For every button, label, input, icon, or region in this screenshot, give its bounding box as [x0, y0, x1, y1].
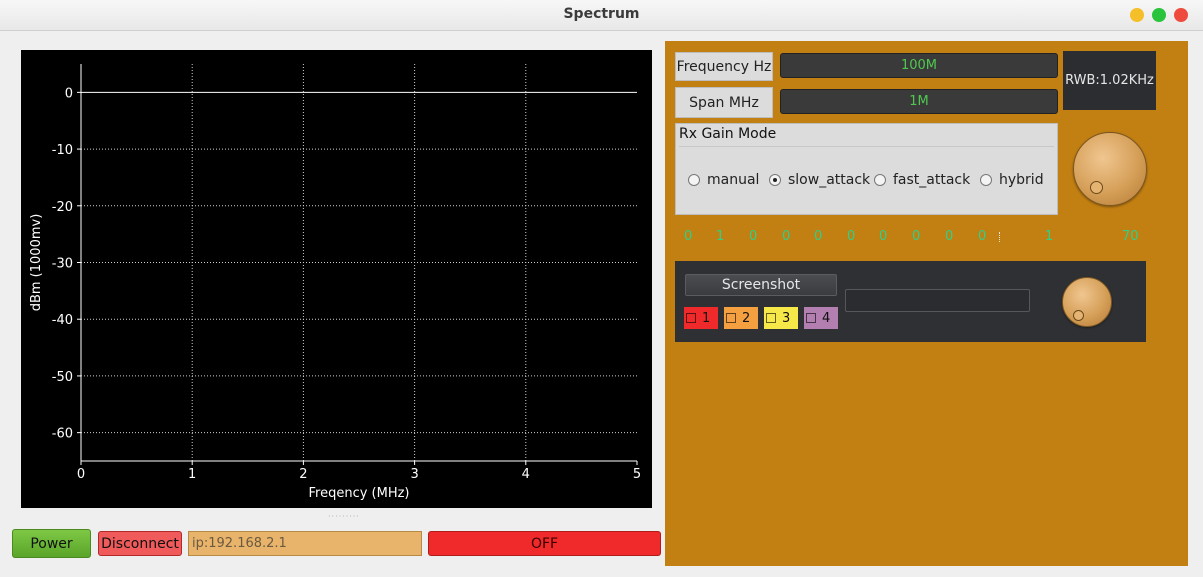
- channel-3-label: 3: [782, 310, 791, 326]
- radio-fast-attack-indicator: [874, 174, 886, 186]
- x-tick-label: 3: [410, 467, 418, 482]
- radio-slow-attack-indicator: [769, 174, 781, 186]
- y-tick-label: -60: [52, 427, 73, 442]
- radio-hybrid[interactable]: hybrid: [980, 172, 1044, 188]
- span-field[interactable]: 1M: [780, 89, 1058, 114]
- gain-digit-display: 0 1 0 0 0 0 0 0 0 0 1 70: [665, 229, 1188, 245]
- power-button[interactable]: Power: [12, 529, 91, 558]
- gain-mode-title: Rx Gain Mode: [679, 126, 777, 142]
- channel-2-checkbox: [726, 313, 736, 323]
- gain-knob[interactable]: [1073, 132, 1147, 206]
- radio-fast-attack-label: fast_attack: [893, 172, 971, 188]
- radio-manual-indicator: [688, 174, 700, 186]
- channel-4-label: 4: [822, 310, 831, 326]
- x-tick-label: 0: [77, 467, 85, 482]
- gain-digit: 0: [782, 229, 791, 244]
- y-axis-title: dBm (1000mv): [29, 214, 44, 312]
- gain-digit: 0: [814, 229, 823, 244]
- splitter-handle[interactable]: ·········: [328, 512, 360, 521]
- channel-1-label: 1: [702, 310, 711, 326]
- gain-digit: 1: [716, 229, 725, 244]
- title-bar: Spectrum: [0, 0, 1203, 31]
- radio-manual[interactable]: manual: [688, 172, 759, 188]
- y-tick-label: -20: [52, 200, 73, 215]
- maximize-button[interactable]: [1152, 8, 1166, 22]
- gain-digit: 0: [978, 229, 987, 244]
- y-tick-label: -30: [52, 257, 73, 272]
- rwb-readout: RWB:1.02KHz: [1063, 51, 1156, 110]
- radio-hybrid-label: hybrid: [999, 172, 1044, 188]
- channel-4-toggle[interactable]: 4: [804, 307, 838, 329]
- rx-gain-mode-group: Rx Gain Mode manual slow_attack fast_att…: [675, 123, 1058, 215]
- x-axis-title: Freqency (MHz): [308, 486, 409, 501]
- gain-value: 1: [1045, 229, 1054, 244]
- gain-digit: 0: [879, 229, 888, 244]
- spectrum-chart-svg: 0 1 2 3 4 5 0 -10 -20 -30 -40 -50 -60 Freqency (MHz) d…: [29, 64, 641, 501]
- status-indicator: OFF: [428, 531, 661, 556]
- channel-2-toggle[interactable]: 2: [724, 307, 758, 329]
- radio-hybrid-indicator: [980, 174, 992, 186]
- span-label: Span MHz: [675, 87, 773, 118]
- gain-digit: 0: [749, 229, 758, 244]
- channel-1-checkbox: [686, 313, 696, 323]
- channel-3-checkbox: [766, 313, 776, 323]
- minimize-button[interactable]: [1130, 8, 1144, 22]
- channel-1-toggle[interactable]: 1: [684, 307, 718, 329]
- capture-panel: Screenshot 1 2 3 4: [675, 261, 1146, 342]
- y-tick-label: 0: [65, 86, 73, 101]
- x-tick-label: 5: [633, 467, 641, 482]
- y-tick-label: -50: [52, 370, 73, 385]
- channel-3-toggle[interactable]: 3: [764, 307, 798, 329]
- x-tick-label: 4: [522, 467, 530, 482]
- frequency-label: Frequency Hz: [675, 52, 773, 81]
- radio-fast-attack[interactable]: fast_attack: [874, 172, 970, 188]
- gain-mode-options: manual slow_attack fast_attack hybrid: [679, 146, 1054, 213]
- x-tick-label: 1: [188, 467, 196, 482]
- channel-4-checkbox: [806, 313, 816, 323]
- disconnect-button[interactable]: Disconnect: [98, 531, 182, 556]
- channel-2-label: 2: [742, 310, 751, 326]
- frequency-field[interactable]: 100M: [780, 53, 1058, 78]
- gain-separator: [999, 232, 1001, 242]
- gain-knob-indicator: [1090, 181, 1103, 194]
- radio-slow-attack[interactable]: slow_attack: [769, 172, 877, 188]
- capture-name-field[interactable]: [845, 289, 1030, 312]
- gain-max: 70: [1122, 229, 1139, 244]
- capture-knob[interactable]: [1062, 277, 1112, 327]
- spectrum-plot[interactable]: 0 1 2 3 4 5 0 -10 -20 -30 -40 -50 -60 Freqency (MHz) d…: [21, 50, 652, 508]
- y-tick-label: -10: [52, 143, 73, 158]
- ip-address-field[interactable]: [188, 531, 422, 556]
- screenshot-button[interactable]: Screenshot: [685, 274, 837, 296]
- radio-slow-attack-label: slow_attack: [788, 172, 871, 188]
- radio-manual-label: manual: [707, 172, 760, 188]
- gain-digit: 0: [684, 229, 693, 244]
- settings-panel: Frequency Hz 100M Span MHz 1M RWB:1.02KH…: [665, 41, 1188, 566]
- capture-knob-indicator: [1073, 310, 1084, 321]
- gain-digit: 0: [912, 229, 921, 244]
- y-tick-label: -40: [52, 313, 73, 328]
- close-button[interactable]: [1174, 8, 1188, 22]
- window-title: Spectrum: [563, 6, 640, 22]
- gain-digit: 0: [847, 229, 856, 244]
- gain-digit: 0: [945, 229, 954, 244]
- x-tick-label: 2: [299, 467, 307, 482]
